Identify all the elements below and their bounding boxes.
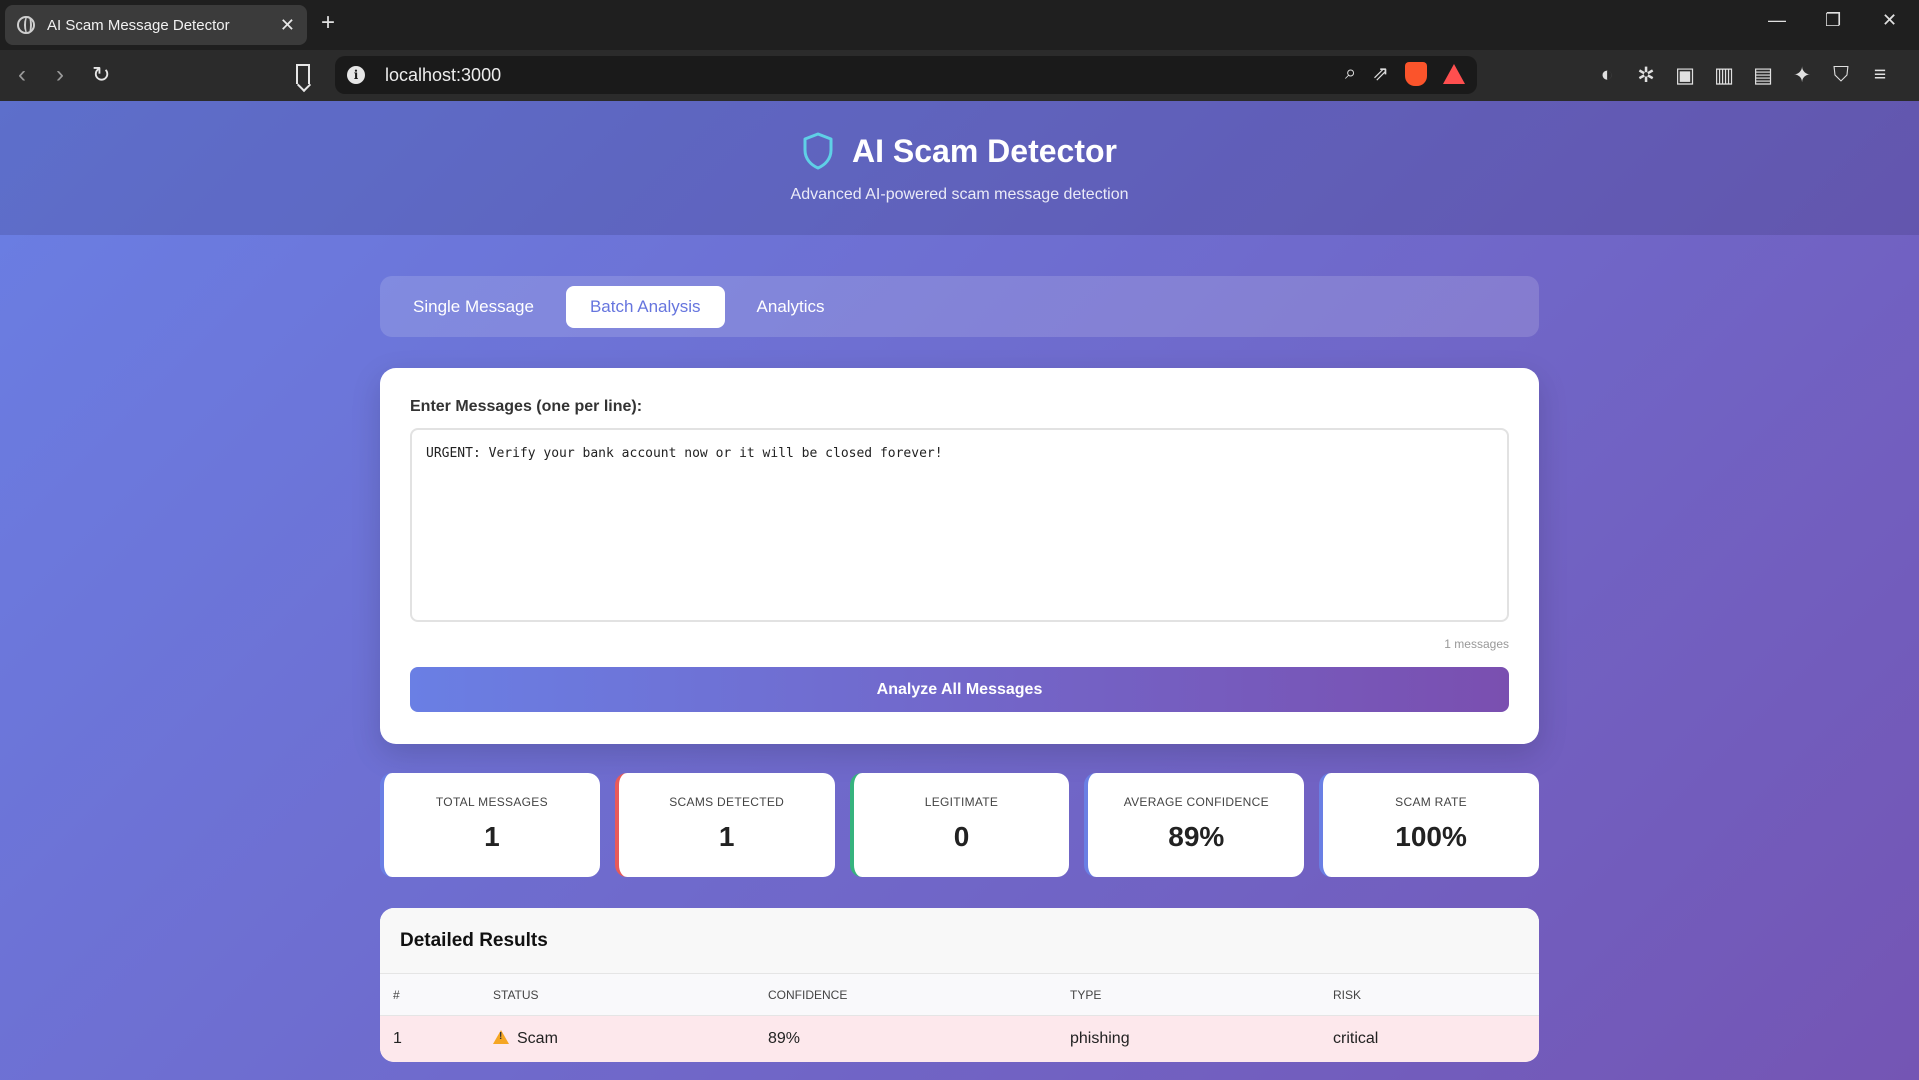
column-header-confidence: CONFIDENCE <box>768 987 848 1002</box>
cell-confidence: 89% <box>768 1030 801 1047</box>
url-text[interactable]: localhost:3000 <box>385 65 501 86</box>
reload-icon[interactable]: ↻ <box>92 62 110 88</box>
bookmark-icon[interactable] <box>296 64 310 84</box>
detailed-results-card: Detailed Results # STATUS CONFIDENCE TYP… <box>380 908 1539 1062</box>
stat-value: 1 <box>484 821 500 852</box>
stat-scam-rate: SCAM RATE 100% <box>1319 773 1539 877</box>
stat-total-messages: TOTAL MESSAGES 1 <box>380 773 600 877</box>
back-icon[interactable]: ‹ <box>18 61 26 89</box>
share-icon[interactable]: ⇗ <box>1372 61 1389 86</box>
status-text: Scam <box>517 1030 558 1047</box>
wallet-icon[interactable]: ▤ <box>1752 63 1774 88</box>
reader-icon[interactable]: ▣ <box>1674 63 1696 88</box>
shield-icon <box>803 132 833 170</box>
app-page: AI Scam Detector Advanced AI-powered sca… <box>0 101 1919 1080</box>
stat-label: LEGITIMATE <box>924 795 999 809</box>
sidebar-icon[interactable]: ▥ <box>1713 63 1735 88</box>
stat-value: 100% <box>1395 821 1467 852</box>
stat-value: 89% <box>1168 821 1225 852</box>
stat-label: SCAM RATE <box>1395 795 1467 809</box>
results-title: Detailed Results <box>380 908 1539 974</box>
app-title: AI Scam Detector <box>852 132 1117 169</box>
brave-rewards-icon[interactable] <box>1443 63 1465 84</box>
batch-input-card: Enter Messages (one per line): 1 message… <box>380 368 1539 744</box>
stat-value: 1 <box>718 821 735 852</box>
browser-toolbar: ‹ › ↻ i localhost:3000 ⌕ ⇗ ◐ ✲ ▣ ▥ ▤ ✦ ⛉… <box>0 50 1919 101</box>
stat-legitimate: LEGITIMATE 0 <box>849 773 1070 877</box>
app-header: AI Scam Detector Advanced AI-powered sca… <box>0 101 1919 235</box>
tab-batch-analysis[interactable]: Batch Analysis <box>565 285 725 328</box>
mode-tabs: Single Message Batch Analysis Analytics <box>380 276 1539 337</box>
messages-label: Enter Messages (one per line): <box>410 398 643 415</box>
stat-value: 0 <box>953 821 970 852</box>
leo-ai-icon[interactable]: ✦ <box>1791 63 1813 88</box>
stat-label: AVERAGE CONFIDENCE <box>1123 795 1269 809</box>
extensions-icon[interactable]: ✲ <box>1635 63 1657 88</box>
zoom-icon[interactable]: ⌕ <box>1345 62 1356 85</box>
restore-button[interactable]: ❐ <box>1825 10 1841 31</box>
messages-textarea[interactable] <box>410 428 1509 622</box>
column-header-status: STATUS <box>493 987 539 1002</box>
warning-icon <box>493 1030 509 1044</box>
stat-average-confidence: AVERAGE CONFIDENCE 89% <box>1084 773 1305 877</box>
tab-single-message[interactable]: Single Message <box>389 286 558 328</box>
results-table-header: # STATUS CONFIDENCE TYPE RISK <box>380 974 1539 1016</box>
message-counter: 1 messages <box>1444 637 1509 651</box>
stat-scams-detected: SCAMS DETECTED 1 <box>614 773 835 877</box>
menu-icon[interactable]: ≡ <box>1869 63 1891 88</box>
shield-vpn-icon[interactable]: ⛉ <box>1830 63 1852 88</box>
table-row[interactable]: 1 Scam 89% phishing critical <box>380 1016 1539 1062</box>
new-tab-button[interactable]: + <box>321 9 335 37</box>
stats-row: TOTAL MESSAGES 1 SCAMS DETECTED 1 LEGITI… <box>380 773 1539 877</box>
analyze-all-button[interactable]: Analyze All Messages <box>410 667 1509 712</box>
minimize-button[interactable]: — <box>1768 10 1786 31</box>
stat-label: SCAMS DETECTED <box>669 795 785 809</box>
tab-title: AI Scam Message Detector <box>47 16 230 34</box>
close-tab-icon[interactable]: ✕ <box>280 15 295 36</box>
info-icon[interactable]: i <box>347 66 365 84</box>
browser-tabbar: AI Scam Message Detector ✕ + — ❐ ✕ <box>0 0 1919 50</box>
column-header-index: # <box>393 987 400 1002</box>
forward-icon[interactable]: › <box>56 61 64 89</box>
column-header-risk: RISK <box>1333 987 1362 1002</box>
close-window-button[interactable]: ✕ <box>1882 10 1897 31</box>
app-title-group: AI Scam Detector <box>802 131 1117 171</box>
tab-analytics[interactable]: Analytics <box>733 286 849 328</box>
cell-type: phishing <box>1070 1030 1130 1047</box>
cell-risk: critical <box>1333 1030 1379 1047</box>
app-subtitle: Advanced AI-powered scam message detecti… <box>790 186 1129 203</box>
cell-index: 1 <box>393 1030 402 1047</box>
browser-tab[interactable]: AI Scam Message Detector ✕ <box>5 5 307 45</box>
stat-label: TOTAL MESSAGES <box>435 795 548 809</box>
globe-icon <box>17 16 35 34</box>
brave-shields-icon[interactable] <box>1405 61 1427 86</box>
column-header-type: TYPE <box>1070 987 1102 1002</box>
vpn-icon[interactable]: ◐ <box>1596 63 1618 88</box>
cell-status: Scam <box>493 1030 768 1048</box>
address-bar[interactable]: i localhost:3000 ⌕ ⇗ <box>335 56 1477 94</box>
